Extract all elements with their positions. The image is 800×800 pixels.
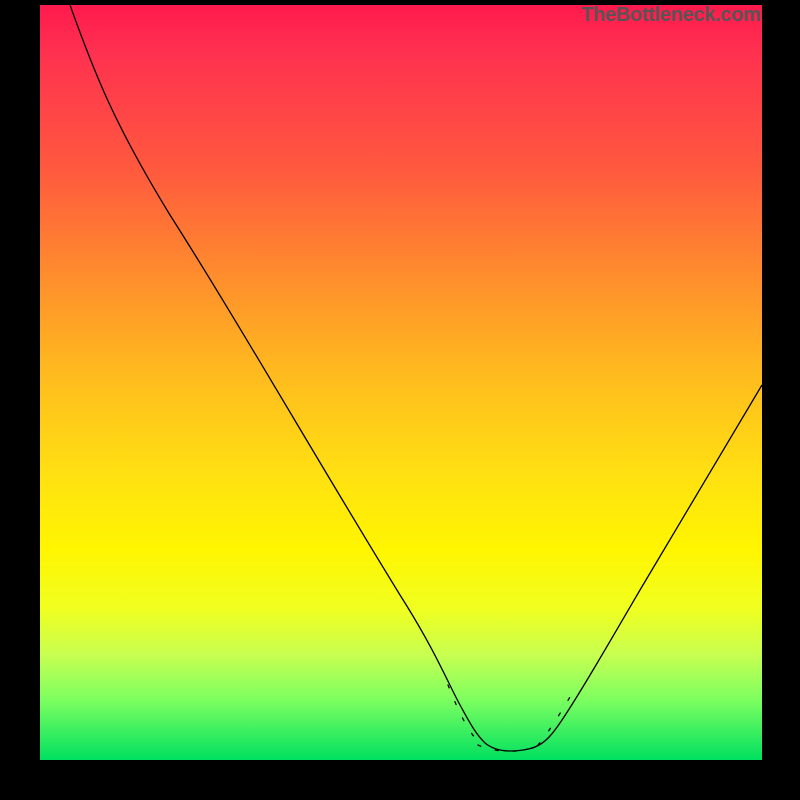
plot-area — [40, 5, 762, 760]
dotted-left — [448, 685, 475, 738]
bottleneck-curve — [40, 5, 762, 760]
chart-frame: TheBottleneck.com — [0, 0, 800, 800]
curve-path — [70, 5, 762, 751]
dotted-right — [538, 697, 570, 745]
watermark-text: TheBottleneck.com — [582, 4, 761, 27]
